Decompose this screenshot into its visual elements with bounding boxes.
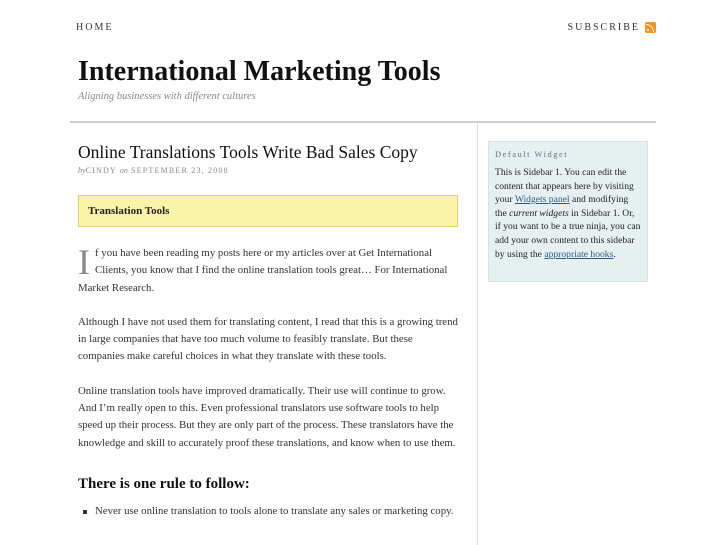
appropriate-hooks-link[interactable]: appropriate hooks <box>544 249 613 260</box>
drop-cap: I <box>78 242 90 282</box>
header-divider <box>70 121 656 123</box>
current-widgets-emphasis: current widgets <box>509 207 569 219</box>
site-title[interactable]: International Marketing Tools <box>78 56 440 88</box>
site-tagline: Aligning businesses with different cultu… <box>78 91 256 102</box>
widget-title: Default Widget <box>495 149 569 159</box>
paragraph-1: If you have been reading my posts here o… <box>78 242 460 297</box>
post-author-link[interactable]: CINDY <box>86 166 117 175</box>
callout-label: Translation Tools <box>88 205 170 217</box>
column-divider <box>477 123 478 545</box>
post-content: If you have been reading my posts here o… <box>78 242 460 521</box>
rules-list: Never use online translation to tools al… <box>78 503 460 520</box>
widget-text-4: . <box>613 248 616 260</box>
post-meta: byCINDY on SEPTEMBER 23, 2008 <box>78 166 229 175</box>
paragraph-1-text: f you have been reading my posts here or… <box>78 247 448 294</box>
paragraph-3: Online translation tools have improved d… <box>78 384 456 449</box>
meta-by-label: by <box>78 166 86 175</box>
category-callout: Translation Tools <box>78 195 458 227</box>
list-item: Never use online translation to tools al… <box>83 503 460 520</box>
top-navigation: HOME SUBSCRIBE <box>0 0 727 40</box>
meta-on-label: on <box>119 166 128 175</box>
nav-home-link[interactable]: HOME <box>76 22 113 33</box>
section-heading: There is one rule to follow: <box>78 475 250 492</box>
post-date: SEPTEMBER 23, 2008 <box>131 166 229 175</box>
paragraph-2: Although I have not used them for transl… <box>78 315 458 363</box>
sidebar-widget: Default Widget This is Sidebar 1. You ca… <box>488 141 648 282</box>
widgets-panel-link[interactable]: Widgets panel <box>515 194 570 205</box>
post-title[interactable]: Online Translations Tools Write Bad Sale… <box>78 142 418 163</box>
subscribe-label[interactable]: SUBSCRIBE <box>568 22 640 33</box>
widget-text: This is Sidebar 1. You can edit the cont… <box>495 166 641 261</box>
rss-feed-icon[interactable] <box>645 22 656 33</box>
nav-subscribe-link[interactable]: SUBSCRIBE <box>568 22 656 33</box>
